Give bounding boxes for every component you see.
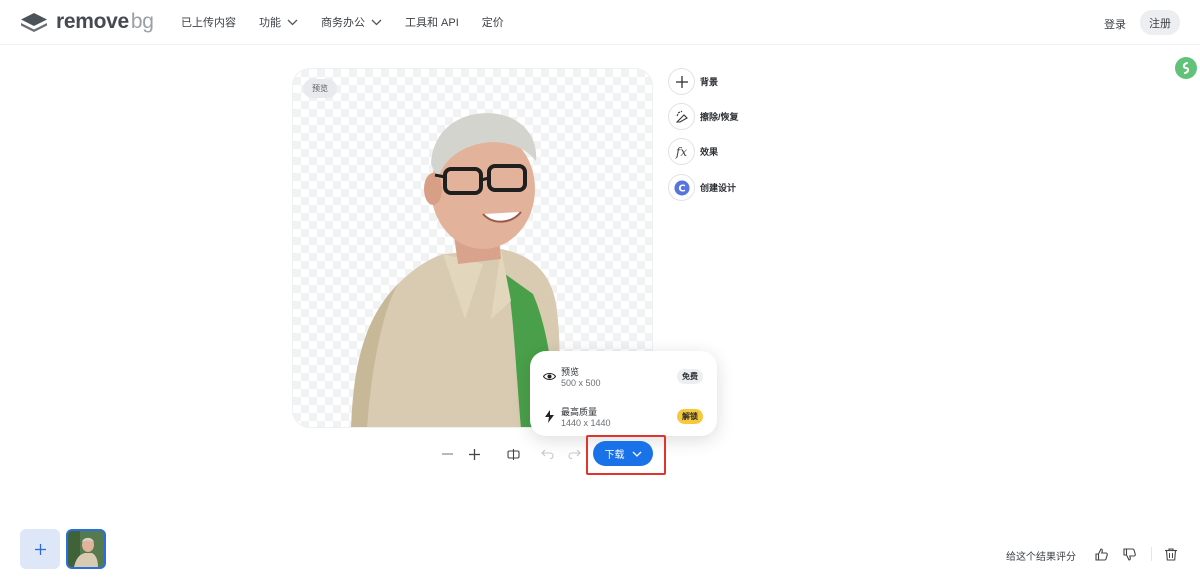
fx-icon: fx [668, 138, 695, 165]
bolt-icon [542, 409, 556, 423]
preview-tag: 预览 [303, 79, 337, 98]
logo-word-bg: bg [130, 10, 154, 33]
download-option-preview[interactable]: 预览 500 x 500 免费 [530, 361, 717, 393]
option-title: 预览 [561, 367, 580, 377]
option-title: 最高质量 [561, 407, 598, 417]
login-link[interactable]: 登录 [1104, 16, 1126, 32]
chevron-down-icon [287, 19, 298, 25]
add-image-button[interactable] [20, 529, 60, 569]
tool-create-design-label: 创建设计 [700, 183, 737, 193]
undo-icon[interactable] [539, 444, 555, 464]
nav-pricing[interactable]: 定价 [482, 14, 504, 30]
free-badge: 免费 [677, 369, 703, 384]
tool-effects-label: 效果 [700, 147, 719, 157]
tool-background[interactable]: 背景 [668, 68, 718, 95]
eye-icon [542, 369, 556, 383]
tool-erase-restore[interactable]: 擦除/恢复 [668, 103, 739, 130]
plus-icon [668, 68, 695, 95]
nav-features-label: 功能 [259, 17, 281, 29]
zoom-out-icon[interactable] [439, 444, 455, 464]
chevron-down-icon [632, 451, 641, 457]
option-size: 500 x 500 [561, 378, 601, 388]
plus-icon [34, 543, 46, 555]
thumbs-down-icon[interactable] [1121, 546, 1137, 562]
download-options-menu: 预览 500 x 500 免费 最高质量 1440 x 1440 解锁 [530, 351, 717, 436]
top-header: removebg 已上传内容 功能 商务办公 工具和 API 定价 登录 注册 [0, 0, 1200, 45]
thumbnail-image [68, 531, 104, 567]
trash-icon[interactable] [1163, 546, 1179, 562]
nav-business-label: 商务办公 [321, 17, 365, 29]
nav-tools-api[interactable]: 工具和 API [405, 14, 459, 30]
signup-button[interactable]: 注册 [1140, 10, 1180, 35]
image-thumbnail[interactable] [66, 529, 106, 569]
logo[interactable]: removebg [20, 9, 154, 35]
eraser-icon [668, 103, 695, 130]
tool-background-label: 背景 [700, 77, 719, 87]
compare-icon[interactable] [505, 444, 521, 464]
rate-result-label: 给这个结果评分 [1006, 552, 1076, 563]
divider [1151, 547, 1152, 561]
redo-icon[interactable] [566, 444, 582, 464]
logo-word-remove: remove [56, 10, 129, 33]
extension-badge-icon[interactable] [1175, 57, 1197, 79]
logo-icon [21, 13, 47, 32]
svg-text:C: C [678, 183, 685, 194]
option-size: 1440 x 1440 [561, 418, 611, 428]
tool-effects[interactable]: fx 效果 [668, 138, 718, 165]
download-button-label: 下载 [604, 450, 625, 461]
nav-uploads-label: 已上传内容 [181, 17, 236, 29]
nav-features[interactable]: 功能 [259, 14, 298, 30]
nav-uploads[interactable]: 已上传内容 [181, 14, 236, 30]
zoom-in-icon[interactable] [466, 444, 482, 464]
canva-icon: C [668, 174, 695, 201]
unlock-badge: 解锁 [677, 409, 703, 424]
nav-business[interactable]: 商务办公 [321, 14, 382, 30]
tool-erase-restore-label: 擦除/恢复 [700, 112, 739, 122]
download-button[interactable]: 下载 [593, 441, 653, 466]
nav-pricing-label: 定价 [481, 17, 504, 29]
nav-tools-api-label: 工具和 API [405, 17, 459, 29]
logo-text: removebg [56, 10, 154, 34]
chevron-down-icon [371, 19, 382, 25]
main-nav: 已上传内容 功能 商务办公 工具和 API 定价 [181, 14, 527, 30]
thumbs-up-icon[interactable] [1093, 546, 1109, 562]
tool-create-design[interactable]: C 创建设计 [668, 174, 736, 201]
download-option-hq[interactable]: 最高质量 1440 x 1440 解锁 [530, 401, 717, 433]
